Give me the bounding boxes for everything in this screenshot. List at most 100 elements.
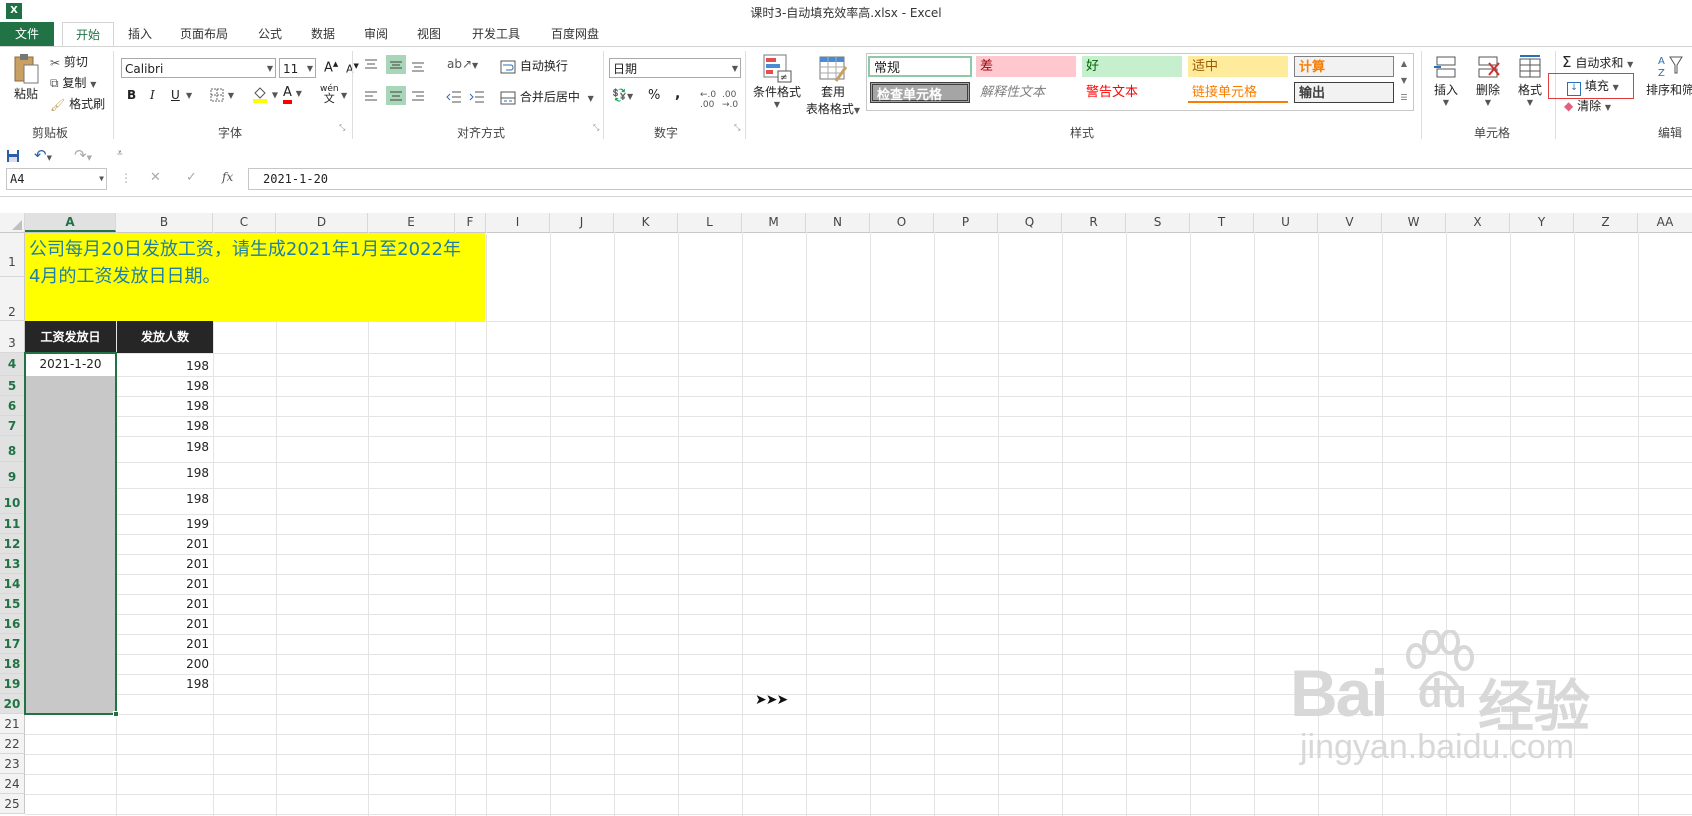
accounting-format-button[interactable]: 💱▼ — [612, 88, 633, 102]
header-headcount[interactable]: 发放人数 — [117, 321, 213, 353]
fill-color-button[interactable]: ▼ — [252, 85, 278, 103]
increase-decimal-button[interactable]: ←.0.00 — [700, 90, 716, 110]
row-header-16[interactable]: 16 — [0, 614, 25, 634]
column-header-n[interactable]: N — [806, 213, 870, 232]
column-header-a[interactable]: A — [25, 213, 116, 232]
title-merged-cell[interactable]: 公司每月20日发放工资，请生成2021年1月至2022年 4月的工资发放日日期。 — [25, 233, 485, 321]
font-name-combo[interactable]: Calibri ▼ — [121, 58, 276, 78]
cancel-entry-icon[interactable]: ✕ — [150, 170, 161, 185]
tab-insert[interactable]: 插入 — [120, 22, 160, 46]
cut-button[interactable]: ✂ 剪切 — [50, 53, 88, 70]
align-top-button[interactable] — [363, 57, 379, 72]
row-header-10[interactable]: 10 — [0, 488, 25, 514]
grow-font-button[interactable]: A▲ — [324, 60, 338, 75]
align-left-button[interactable] — [363, 89, 379, 104]
column-header-p[interactable]: P — [934, 213, 998, 232]
column-header-u[interactable]: U — [1254, 213, 1318, 232]
column-header-w[interactable]: W — [1382, 213, 1446, 232]
cell-b19[interactable]: 198 — [117, 674, 209, 694]
cell-b17[interactable]: 201 — [117, 634, 209, 654]
select-all-corner[interactable] — [0, 213, 25, 232]
confirm-entry-icon[interactable]: ✓ — [186, 170, 197, 185]
chevron-up-icon[interactable]: ▲ — [1398, 55, 1410, 72]
tab-home[interactable]: 开始 — [62, 22, 114, 46]
cell-b8[interactable]: 198 — [117, 436, 209, 462]
row-header-15[interactable]: 15 — [0, 594, 25, 614]
number-format-combo[interactable]: 日期 ▼ — [609, 58, 741, 78]
delete-cells-button[interactable]: 删除 ▼ — [1470, 55, 1506, 107]
column-header-s[interactable]: S — [1126, 213, 1190, 232]
column-header-i[interactable]: I — [486, 213, 550, 232]
chevron-down-icon[interactable]: ▼ — [1398, 72, 1410, 89]
cell-b15[interactable]: 201 — [117, 594, 209, 614]
tab-formulas[interactable]: 公式 — [250, 22, 290, 46]
cell-b6[interactable]: 198 — [117, 396, 209, 416]
style-output[interactable]: 输出 — [1294, 82, 1394, 103]
cell-b5[interactable]: 198 — [117, 376, 209, 396]
cell-b7[interactable]: 198 — [117, 416, 209, 436]
cell-b13[interactable]: 201 — [117, 554, 209, 574]
save-button[interactable] — [6, 148, 20, 163]
column-header-aa[interactable]: AA — [1638, 213, 1692, 232]
insert-function-icon[interactable]: fx — [222, 170, 233, 184]
column-header-l[interactable]: L — [678, 213, 742, 232]
decrease-indent-button[interactable] — [446, 89, 462, 104]
style-check-cell[interactable]: 检查单元格 — [870, 82, 970, 103]
borders-button[interactable]: ▼ — [210, 87, 234, 102]
align-bottom-button[interactable] — [410, 57, 426, 72]
style-linked-cell[interactable]: 链接单元格 — [1188, 82, 1288, 103]
gallery-scroll[interactable]: ▲ ▼ ☰ — [1398, 55, 1410, 106]
column-header-k[interactable]: K — [614, 213, 678, 232]
phonetic-button[interactable]: wén 文 — [320, 85, 339, 105]
row-header-1[interactable]: 1 — [0, 233, 25, 277]
align-middle-button[interactable] — [386, 55, 406, 74]
row-header-17[interactable]: 17 — [0, 634, 25, 654]
column-header-r[interactable]: R — [1062, 213, 1126, 232]
cell-b9[interactable]: 198 — [117, 462, 209, 488]
formula-input[interactable]: 2021-1-20 — [248, 168, 1692, 190]
sort-filter-button[interactable]: AZ 排序和筛 — [1646, 53, 1692, 98]
clear-button[interactable]: ◆ 清除 ▼ — [1564, 97, 1611, 114]
wrap-text-button[interactable]: 自动换行 — [500, 57, 568, 74]
autosum-button[interactable]: Σ 自动求和 ▼ — [1562, 53, 1633, 71]
align-center-button[interactable] — [386, 86, 406, 105]
column-header-y[interactable]: Y — [1510, 213, 1574, 232]
merge-center-button[interactable]: 合并后居中 ▼ — [500, 88, 594, 105]
row-header-14[interactable]: 14 — [0, 574, 25, 594]
row-header-24[interactable]: 24 — [0, 774, 25, 794]
dialog-launcher-icon[interactable]: ⤡ — [593, 123, 599, 133]
row-header-7[interactable]: 7 — [0, 416, 25, 436]
tab-file[interactable]: 文件 — [0, 22, 54, 46]
orientation-button[interactable]: ab↗▼ — [447, 57, 478, 71]
column-header-c[interactable]: C — [213, 213, 276, 232]
tab-baidu-netdisk[interactable]: 百度网盘 — [542, 22, 608, 46]
row-header-20[interactable]: 20 — [0, 694, 25, 714]
gallery-more-icon[interactable]: ☰ — [1398, 89, 1410, 106]
cell-b10[interactable]: 198 — [117, 488, 209, 514]
column-header-e[interactable]: E — [368, 213, 455, 232]
style-neutral[interactable]: 适中 — [1188, 56, 1288, 77]
row-header-2[interactable]: 2 — [0, 277, 25, 321]
row-header-23[interactable]: 23 — [0, 754, 25, 774]
row-header-22[interactable]: 22 — [0, 734, 25, 754]
conditional-format-button[interactable]: ≠ 条件格式 ▼ — [749, 53, 805, 109]
style-warning[interactable]: 警告文本 — [1082, 82, 1182, 103]
cell-b14[interactable]: 201 — [117, 574, 209, 594]
name-box[interactable]: A4 ▼ — [6, 168, 107, 190]
column-header-v[interactable]: V — [1318, 213, 1382, 232]
underline-button[interactable]: U — [171, 88, 180, 102]
style-calculation[interactable]: 计算 — [1294, 56, 1394, 77]
format-cells-button[interactable]: 格式 ▼ — [1512, 55, 1548, 107]
row-header-4[interactable]: 4 — [0, 353, 25, 376]
column-header-t[interactable]: T — [1190, 213, 1254, 232]
column-header-f[interactable]: F — [455, 213, 486, 232]
tab-developer[interactable]: 开发工具 — [464, 22, 528, 46]
dialog-launcher-icon[interactable]: ⤡ — [734, 123, 740, 133]
insert-cells-button[interactable]: 插入 ▼ — [1428, 55, 1464, 107]
fill-handle[interactable] — [113, 711, 119, 717]
column-header-z[interactable]: Z — [1574, 213, 1638, 232]
font-color-button[interactable]: A ▼ — [283, 85, 302, 104]
redo-button[interactable]: ↷▼ — [74, 146, 92, 164]
row-header-9[interactable]: 9 — [0, 462, 25, 488]
style-good[interactable]: 好 — [1082, 56, 1182, 77]
